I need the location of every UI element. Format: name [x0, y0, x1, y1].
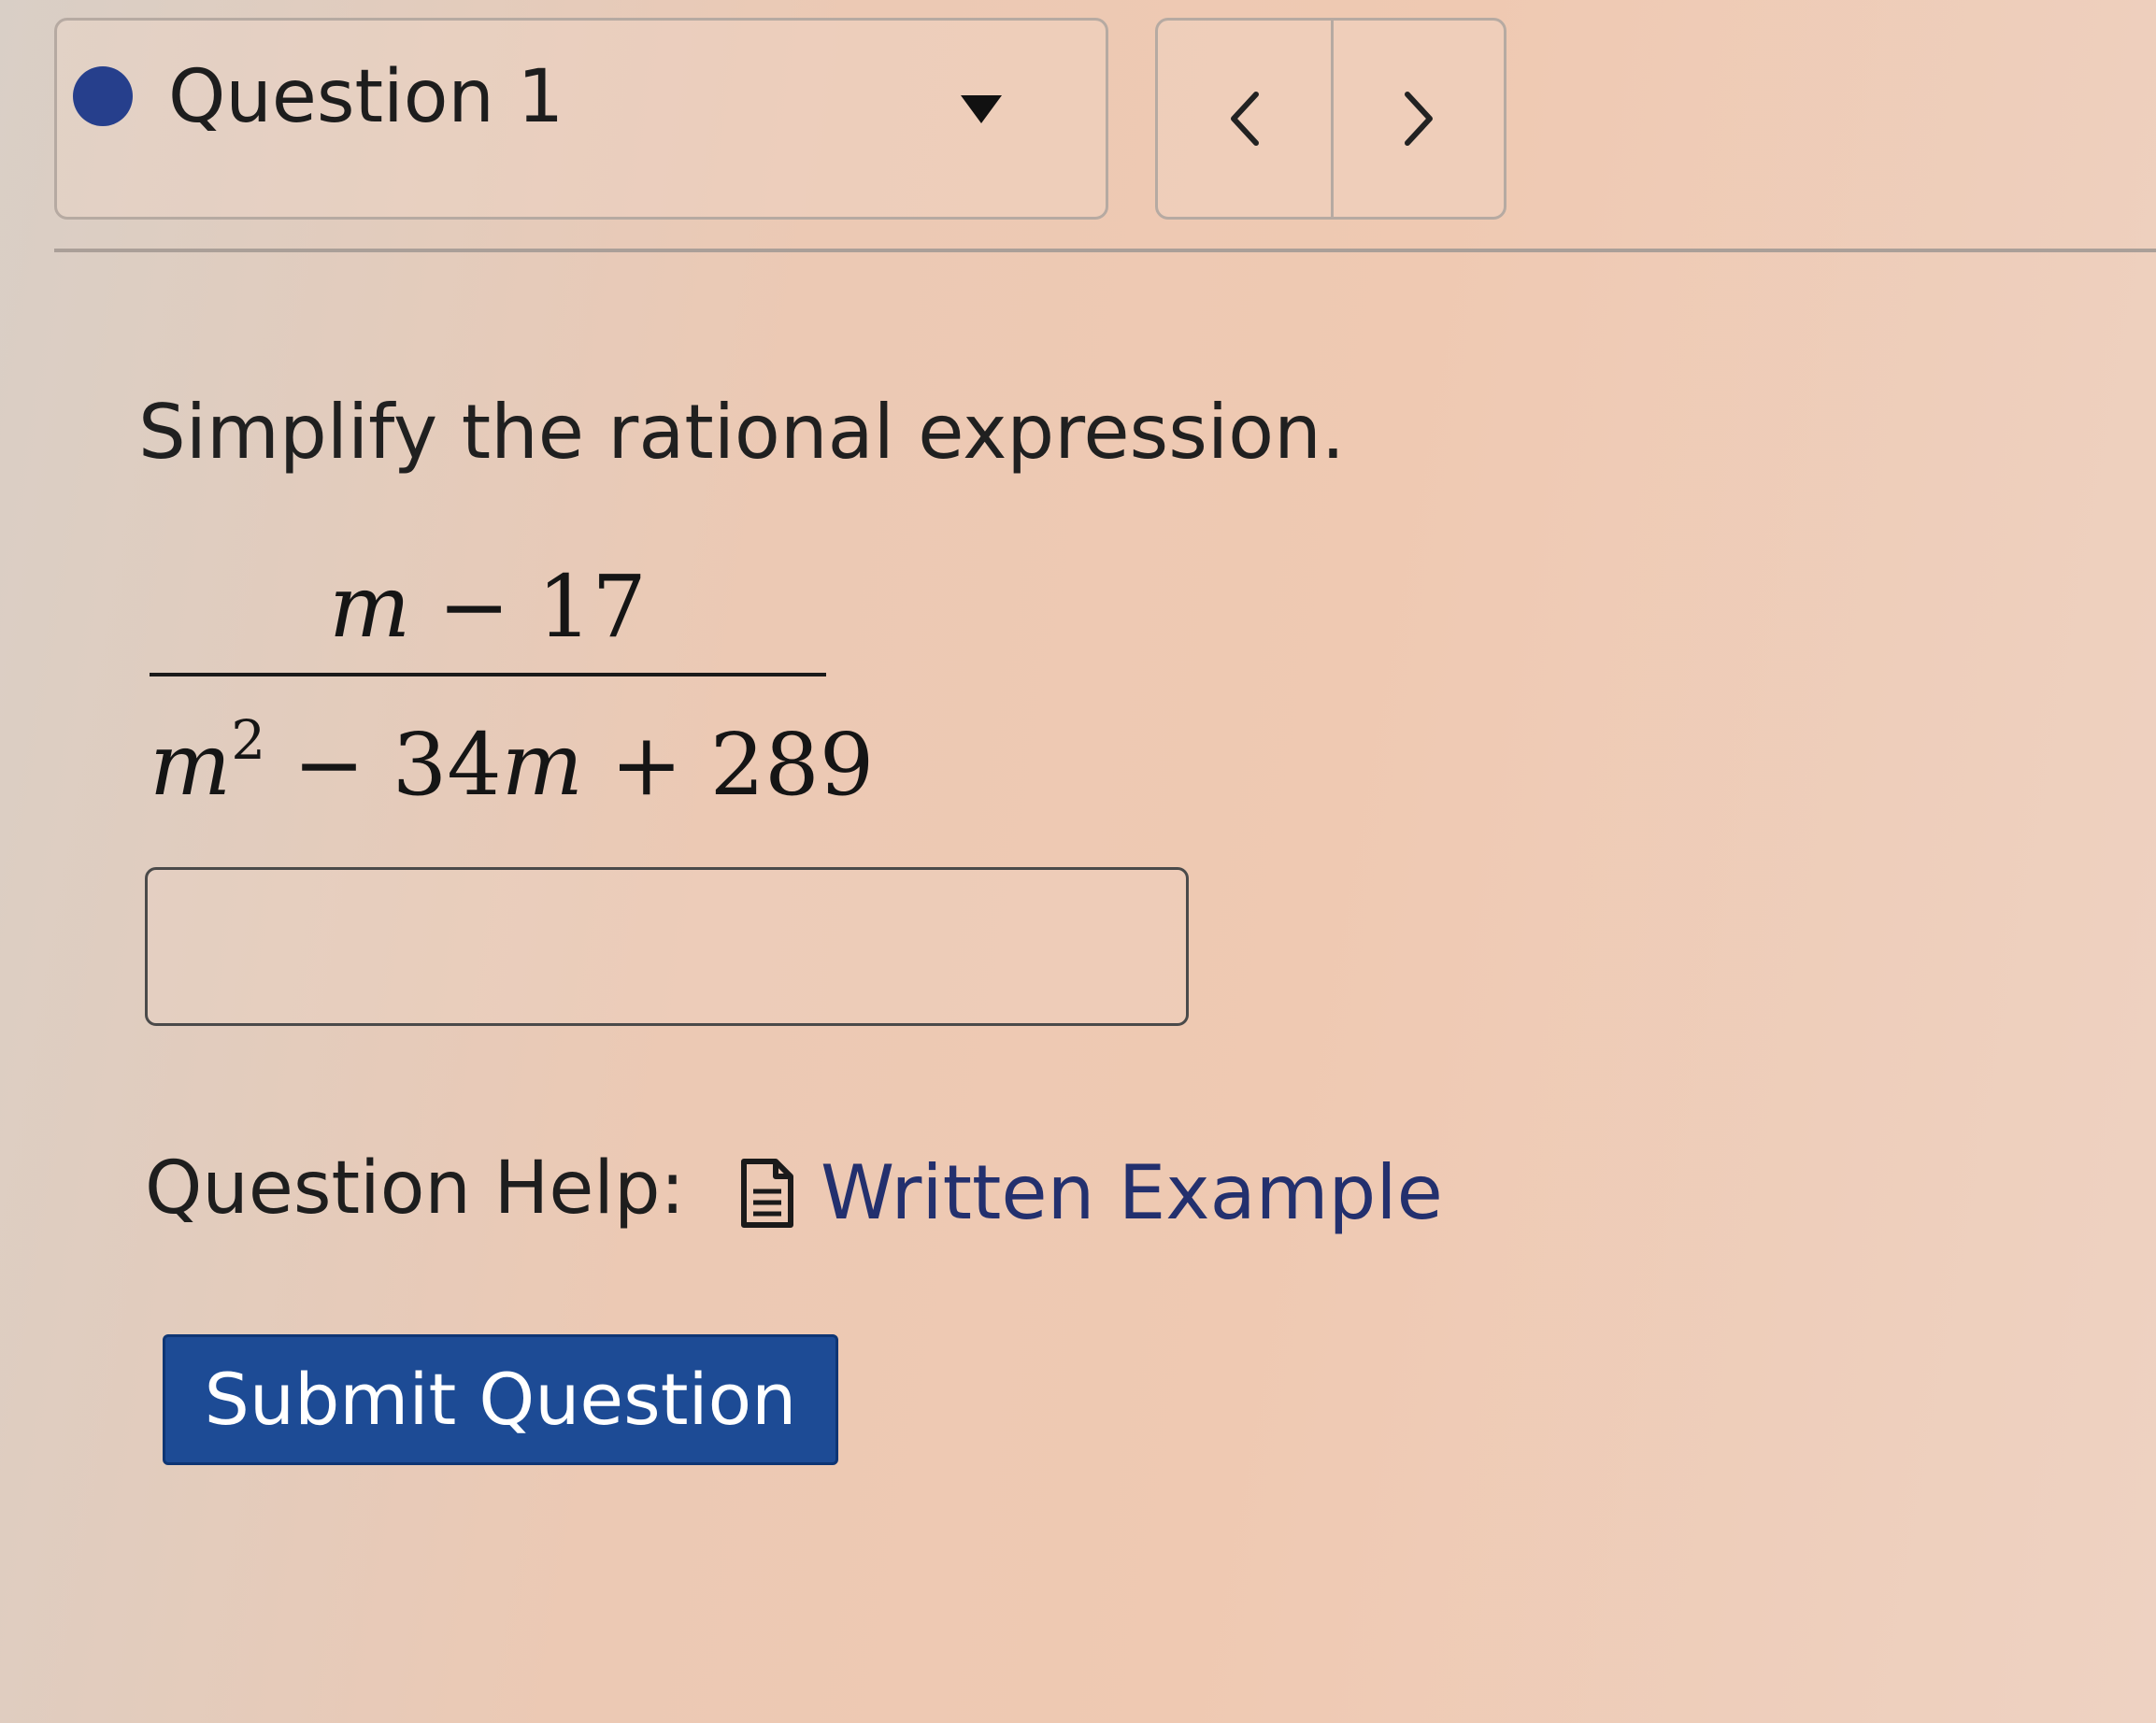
previous-question-button[interactable]	[1158, 21, 1331, 217]
chevron-left-icon	[1230, 92, 1259, 146]
next-question-button[interactable]	[1331, 21, 1504, 217]
header-divider	[54, 249, 2156, 252]
denominator-variable-linear: m	[501, 715, 584, 815]
denominator-constant: + 289	[583, 715, 875, 815]
denominator-exponent: 2	[231, 708, 266, 772]
question-nav	[1155, 18, 1506, 220]
fraction-denominator: m2 − 34m + 289	[150, 687, 874, 815]
status-dot-icon	[73, 66, 133, 126]
document-icon	[741, 1159, 793, 1228]
question-selector-label: Question 1	[168, 55, 564, 139]
fraction-bar	[150, 673, 826, 676]
submit-question-button[interactable]: Submit Question	[163, 1334, 838, 1465]
numerator-variable: m	[329, 557, 411, 657]
question-help-label: Question Help:	[145, 1146, 685, 1231]
chevron-right-icon	[1405, 92, 1433, 146]
written-example-link[interactable]: Written Example	[738, 1150, 1443, 1236]
question-prompt: Simplify the rational expression.	[138, 389, 1346, 476]
written-example-text: Written Example	[821, 1149, 1443, 1236]
denominator-variable-squared: m	[150, 715, 232, 815]
denominator-linear-coefficient: − 34	[265, 715, 502, 815]
caret-down-icon[interactable]	[961, 95, 1002, 123]
fraction-numerator: m − 17	[150, 553, 826, 661]
answer-input[interactable]	[145, 867, 1189, 1026]
numerator-constant: − 17	[410, 557, 647, 657]
